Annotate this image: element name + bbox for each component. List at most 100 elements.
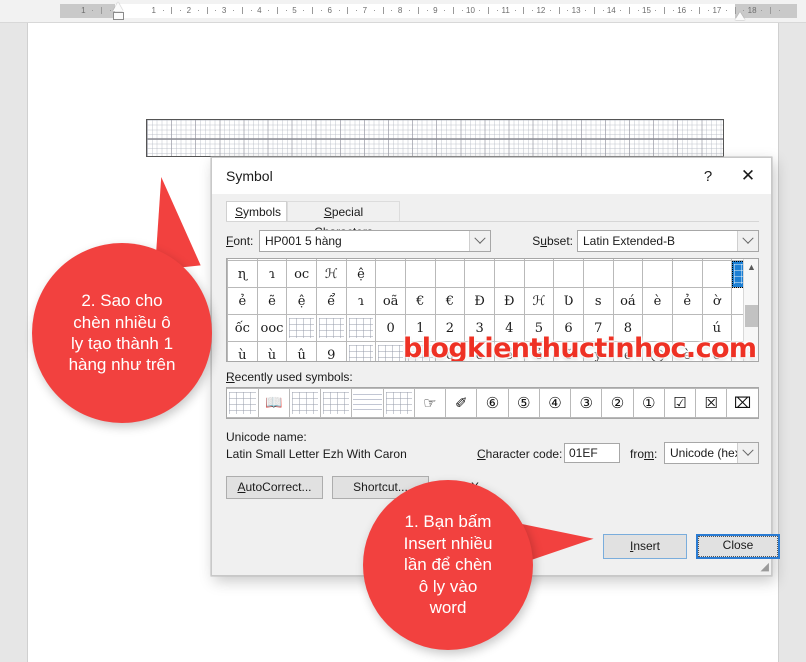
symbol-cell[interactable]: 7 [582, 314, 614, 342]
tab-special-characters[interactable]: Special Characters [287, 201, 400, 239]
symbol-cell[interactable]: 3 [464, 314, 495, 342]
symbol-cell[interactable]: oá [612, 287, 644, 315]
symbol-cell[interactable]: ẻ [227, 287, 258, 315]
recent-symbol[interactable]: ② [601, 388, 634, 418]
symbol-cell[interactable] [375, 341, 406, 361]
symbol-cell[interactable]: Ʋ [553, 287, 584, 315]
first-line-indent-marker[interactable] [113, 2, 124, 11]
symbol-cell[interactable]: ooc [256, 314, 288, 342]
symbol-cell[interactable]: ề [493, 341, 525, 361]
recent-symbol[interactable]: ③ [570, 388, 603, 418]
symbol-cell[interactable] [404, 260, 436, 288]
recent-symbol[interactable]: ⑤ [507, 388, 540, 418]
tab-stop-marker[interactable] [735, 12, 745, 20]
symbol-cell[interactable]: € [434, 287, 466, 315]
symbol-cell[interactable] [345, 341, 377, 361]
font-select[interactable]: HP001 5 hàng [259, 230, 491, 252]
symbol-cell[interactable]: y [582, 341, 614, 361]
symbol-cell[interactable]: 9 [315, 341, 347, 361]
resize-grip-icon[interactable]: ◢ [757, 561, 769, 573]
symbol-cell[interactable]: ɿ [345, 287, 377, 315]
symbol-cell[interactable] [642, 260, 673, 288]
symbol-cell[interactable] [642, 314, 673, 342]
symbol-cell[interactable] [286, 314, 317, 342]
symbol-cell[interactable] [582, 260, 614, 288]
grid-cell-symbol[interactable] [288, 388, 322, 418]
recent-symbol[interactable]: ✐ [445, 388, 478, 418]
symbol-grid[interactable]: ˉˈˊˋˌˍˎˏːˑ˒˓˔˕˖˗˘˙ɳɿocℋệẻẽệểɿoã€€ĐĐℋƲѕoá… [226, 258, 759, 362]
symbol-cell[interactable]: ℋ [523, 287, 555, 315]
symbol-cell[interactable]: ù [256, 341, 288, 361]
symbol-cell[interactable]: ẻ [523, 341, 555, 361]
recent-symbol[interactable]: ☞ [413, 388, 447, 418]
subset-select[interactable]: Latin Extended-B [577, 230, 759, 252]
symbol-cell[interactable]: ẻ [701, 341, 733, 361]
recent-symbol[interactable]: ☒ [695, 388, 728, 418]
document-grid-paper-table[interactable] [146, 119, 724, 157]
symbol-grid-table[interactable]: ˉˈˊˋˌˍˎˏːˑ˒˓˔˕˖˗˘˙ɳɿocℋệẻẽệểɿoã€€ĐĐℋƲѕoá… [227, 259, 758, 361]
recent-symbol[interactable]: ☑ [663, 388, 697, 418]
horizontal-ruler[interactable]: 1 1 2 3 4 5 6 7 8 9 10 11 12 13 14 15 16 17 18 [0, 0, 806, 23]
symbol-cell[interactable]: ɿ [256, 260, 288, 288]
symbol-cell[interactable]: 8 [612, 314, 644, 342]
lines-symbol[interactable] [351, 388, 384, 418]
symbol-cell[interactable] [523, 260, 555, 288]
symbol-cell[interactable]: û [286, 341, 317, 361]
dialog-tabs[interactable]: Symbols Special Characters [226, 201, 759, 239]
symbol-cell[interactable]: 6 [553, 314, 584, 342]
symbol-cell[interactable]: 1 [404, 314, 436, 342]
symbol-cell[interactable] [493, 260, 525, 288]
symbol-cell[interactable] [345, 314, 377, 342]
scroll-down-icon[interactable]: ▼ [744, 346, 758, 361]
left-indent-marker[interactable] [113, 12, 124, 20]
symbol-cell[interactable]: € [404, 287, 436, 315]
symbol-cell[interactable]: ệ [286, 287, 317, 315]
symbol-cell[interactable] [671, 260, 703, 288]
chevron-down-icon[interactable] [737, 443, 758, 463]
recently-used-table[interactable]: 📖 ☞ ✐ ⑥ ⑤ ④ ③ ② ① ☑ ☒ ⌧ [227, 388, 758, 418]
tab-symbols[interactable]: Symbols [226, 201, 287, 222]
symbol-cell[interactable]: è [642, 287, 673, 315]
recent-symbol[interactable]: ⌧ [726, 388, 758, 418]
recent-symbol[interactable]: ① [632, 388, 665, 418]
symbol-cell[interactable]: ẽ [553, 341, 584, 361]
close-icon[interactable]: ✕ [728, 158, 768, 194]
symbol-cell[interactable]: Đ [493, 287, 525, 315]
symbol-cell[interactable] [612, 260, 644, 288]
symbol-cell[interactable] [434, 260, 466, 288]
symbol-cell[interactable] [671, 314, 703, 342]
symbol-cell[interactable]: 0 [375, 314, 406, 342]
symbol-cell[interactable] [315, 314, 347, 342]
autocorrect-button[interactable]: AutoCorrect... [226, 476, 323, 499]
scrollbar-thumb[interactable] [745, 305, 758, 327]
symbol-cell[interactable] [375, 260, 406, 288]
insert-button[interactable]: Insert [603, 534, 687, 559]
symbol-cell[interactable]: ù [227, 341, 258, 361]
recent-symbol[interactable]: ⑥ [476, 388, 509, 418]
grid-cell-symbol[interactable] [227, 388, 259, 418]
symbol-cell[interactable]: oã [375, 287, 406, 315]
symbol-cell[interactable]: ể [315, 287, 347, 315]
grid-cell-symbol[interactable] [320, 388, 353, 418]
symbol-cell[interactable]: é [612, 341, 644, 361]
symbol-cell[interactable]: ℋ [315, 260, 347, 288]
character-code-input[interactable]: 01EF [564, 443, 620, 463]
symbol-cell[interactable]: ú [701, 314, 733, 342]
symbol-cell[interactable]: ẽ [256, 287, 288, 315]
symbol-cell[interactable]: è [464, 341, 495, 361]
help-icon[interactable]: ? [688, 158, 728, 194]
symbol-cell[interactable]: oc [286, 260, 317, 288]
symbol-cell[interactable]: ẻ [671, 287, 703, 315]
symbol-cell[interactable]: Đ [464, 287, 495, 315]
symbol-cell[interactable]: ѕ [582, 287, 614, 315]
symbol-cell[interactable] [701, 260, 733, 288]
symbol-cell[interactable]: 5 [523, 314, 555, 342]
symbol-cell[interactable]: ệ [345, 260, 377, 288]
symbol-cell[interactable]: ốc [227, 314, 258, 342]
symbol-cell[interactable] [553, 260, 584, 288]
symbol-cell[interactable]: ò [434, 341, 466, 361]
symbol-cell[interactable]: è [671, 341, 703, 361]
symbol-cell[interactable]: 2 [434, 314, 466, 342]
recently-used-symbols[interactable]: 📖 ☞ ✐ ⑥ ⑤ ④ ③ ② ① ☑ ☒ ⌧ [226, 387, 759, 419]
symbol-cell[interactable] [464, 260, 495, 288]
